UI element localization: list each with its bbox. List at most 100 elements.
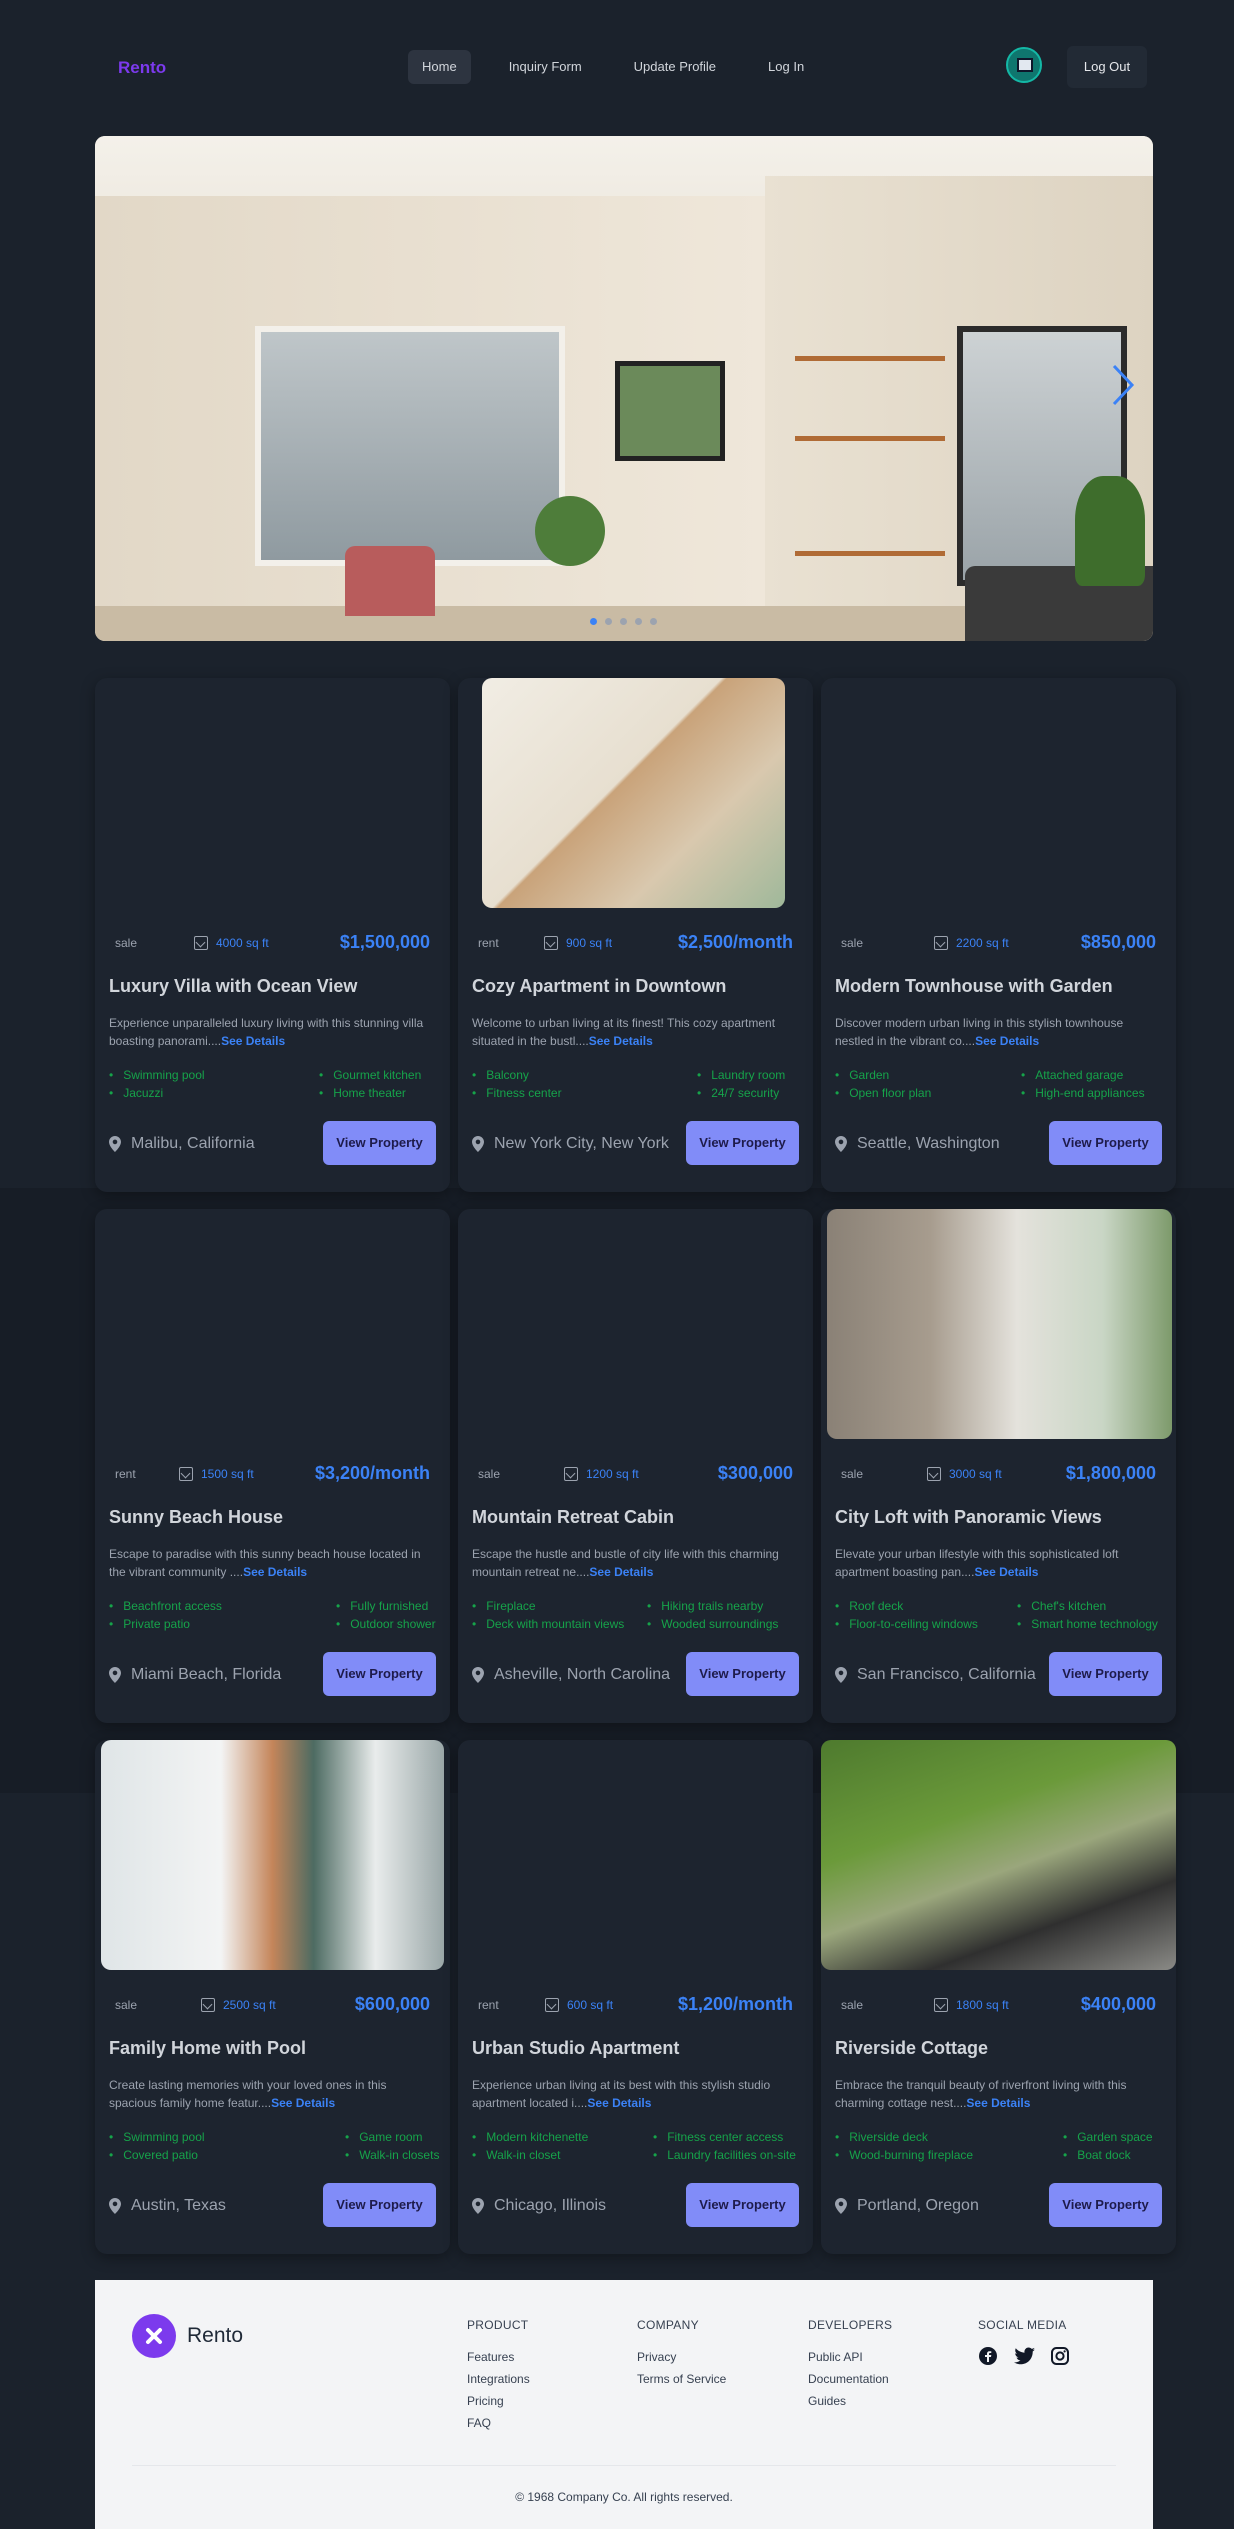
feature-item: Laundry facilities on-site xyxy=(653,2148,796,2162)
location-pin-icon xyxy=(109,1136,121,1152)
property-card: sale 1800 sq ft $400,000 Riverside Cottage E… xyxy=(821,1740,1176,2254)
property-meta: rent 1500 sq ft $3,200/month xyxy=(109,1463,436,1489)
property-price: $850,000 xyxy=(1080,932,1156,952)
see-details-link[interactable]: See Details xyxy=(587,2096,651,2110)
brand-logo[interactable]: Rento xyxy=(118,58,166,78)
feature-item: Covered patio xyxy=(109,2148,198,2162)
property-location: New York City, New York xyxy=(472,1135,669,1153)
location-text: New York City, New York xyxy=(494,1135,669,1152)
view-property-button-modern-townhouse-with-garden[interactable]: View Property xyxy=(1049,1121,1162,1165)
property-card: sale 1200 sq ft $300,000 Mountain Retreat C… xyxy=(458,1209,813,1723)
footer-heading: PRODUCT xyxy=(467,2318,529,2332)
property-title: Sunny Beach House xyxy=(109,1507,284,1527)
carousel-dot[interactable] xyxy=(650,618,657,625)
listing-type-tag: sale xyxy=(841,936,864,950)
see-details-link[interactable]: See Details xyxy=(221,1034,285,1048)
property-title: Modern Townhouse with Garden xyxy=(835,976,1113,996)
location-text: Austin, Texas xyxy=(131,2197,226,2214)
property-description: Discover modern urban living in this sty… xyxy=(835,1014,1163,1050)
nav-update-profile[interactable]: Update Profile xyxy=(620,50,730,84)
brand-logo-icon[interactable] xyxy=(132,2314,176,2358)
feature-item: Garden xyxy=(835,1068,889,1082)
property-location: Chicago, Illinois xyxy=(472,2197,606,2215)
property-location: Seattle, Washington xyxy=(835,1135,1000,1153)
property-price: $1,800,000 xyxy=(1065,1463,1156,1483)
property-price: $400,000 xyxy=(1080,1994,1156,2014)
view-property-button-luxury-villa-with-ocean-view[interactable]: View Property xyxy=(323,1121,436,1165)
property-photo[interactable] xyxy=(827,1209,1172,1439)
see-details-link[interactable]: See Details xyxy=(974,1565,1038,1579)
nav-log-in[interactable]: Log In xyxy=(754,50,818,84)
feature-item: Private patio xyxy=(109,1617,190,1631)
feature-item: Modern kitchenette xyxy=(472,2130,588,2144)
nav-links: Home Inquiry Form Update Profile Log In xyxy=(408,50,818,84)
location-pin-icon xyxy=(835,1136,847,1152)
see-details-link[interactable]: See Details xyxy=(966,2096,1030,2110)
property-price: $1,200/month xyxy=(677,1994,793,2014)
feature-list: Beachfront access Fully furnished Private … xyxy=(109,1599,439,1639)
footer-link-faq[interactable]: FAQ xyxy=(467,2412,530,2434)
carousel-dot[interactable] xyxy=(635,618,642,625)
monitor-icon xyxy=(1017,58,1033,72)
property-title: City Loft with Panoramic Views xyxy=(835,1507,1102,1527)
view-property-button-sunny-beach-house[interactable]: View Property xyxy=(323,1652,436,1696)
sqft-info: 1200 sq ft xyxy=(564,1467,639,1481)
footer-link-documentation[interactable]: Documentation xyxy=(808,2368,892,2390)
footer-link-pricing[interactable]: Pricing xyxy=(467,2390,530,2412)
footer-link-public-api[interactable]: Public API xyxy=(808,2346,892,2368)
property-card: sale 3000 sq ft $1,800,000 City Loft with P… xyxy=(821,1209,1176,1723)
property-photo[interactable] xyxy=(101,1740,444,1970)
location-text: Malibu, California xyxy=(131,1135,255,1152)
twitter-icon[interactable] xyxy=(1014,2346,1036,2368)
logout-button[interactable]: Log Out xyxy=(1067,46,1147,88)
property-title: Luxury Villa with Ocean View xyxy=(109,976,358,996)
area-icon xyxy=(544,936,558,950)
feature-item: Deck with mountain views xyxy=(472,1617,624,1631)
feature-item: Game room xyxy=(345,2130,422,2144)
view-property-button-mountain-retreat-cabin[interactable]: View Property xyxy=(686,1652,799,1696)
property-photo[interactable] xyxy=(482,678,785,908)
footer-link-integrations[interactable]: Integrations xyxy=(467,2368,530,2390)
view-property-button-cozy-apartment-in-downtown[interactable]: View Property xyxy=(686,1121,799,1165)
footer-link-terms[interactable]: Terms of Service xyxy=(637,2368,726,2390)
see-details-link[interactable]: See Details xyxy=(243,1565,307,1579)
feature-item: Gourmet kitchen xyxy=(319,1068,421,1082)
see-details-link[interactable]: See Details xyxy=(589,1034,653,1048)
facebook-icon[interactable] xyxy=(978,2346,1000,2368)
area-icon xyxy=(201,1998,215,2012)
property-location: San Francisco, California xyxy=(835,1666,1036,1684)
property-photo[interactable] xyxy=(821,1740,1176,1970)
chevron-right-icon[interactable] xyxy=(1108,360,1138,410)
feature-item: Walk-in closets xyxy=(345,2148,439,2162)
sqft-info: 1800 sq ft xyxy=(934,1998,1009,2012)
property-price: $2,500/month xyxy=(677,932,793,952)
description-text: Create lasting memories with your loved … xyxy=(109,2078,387,2110)
nav-inquiry-form[interactable]: Inquiry Form xyxy=(495,50,596,84)
sqft-info: 2500 sq ft xyxy=(201,1998,276,2012)
user-avatar[interactable] xyxy=(1006,47,1042,83)
nav-home[interactable]: Home xyxy=(408,50,471,84)
see-details-link[interactable]: See Details xyxy=(975,1034,1039,1048)
footer-link-features[interactable]: Features xyxy=(467,2346,530,2368)
see-details-link[interactable]: See Details xyxy=(271,2096,335,2110)
footer-link-privacy[interactable]: Privacy xyxy=(637,2346,726,2368)
property-card: sale 4000 sq ft $1,500,000 Luxury Villa wit… xyxy=(95,678,450,1192)
footer-col-company: COMPANY Privacy Terms of Service xyxy=(637,2318,726,2390)
sqft-value: 3000 sq ft xyxy=(949,1467,1002,1481)
view-property-button-urban-studio-apartment[interactable]: View Property xyxy=(686,2183,799,2227)
carousel-dot[interactable] xyxy=(620,618,627,625)
footer-heading: COMPANY xyxy=(637,2318,699,2332)
sqft-value: 1800 sq ft xyxy=(956,1998,1009,2012)
area-icon xyxy=(927,1467,941,1481)
view-property-button-riverside-cottage[interactable]: View Property xyxy=(1049,2183,1162,2227)
carousel-dot[interactable] xyxy=(590,618,597,625)
hero-carousel[interactable] xyxy=(95,136,1153,641)
instagram-icon[interactable] xyxy=(1050,2346,1072,2368)
location-pin-icon xyxy=(835,2198,847,2214)
property-meta: sale 1200 sq ft $300,000 xyxy=(472,1463,799,1489)
carousel-dot[interactable] xyxy=(605,618,612,625)
see-details-link[interactable]: See Details xyxy=(589,1565,653,1579)
view-property-button-city-loft-with-panoramic-views[interactable]: View Property xyxy=(1049,1652,1162,1696)
footer-link-guides[interactable]: Guides xyxy=(808,2390,892,2412)
view-property-button-family-home-with-pool[interactable]: View Property xyxy=(323,2183,436,2227)
